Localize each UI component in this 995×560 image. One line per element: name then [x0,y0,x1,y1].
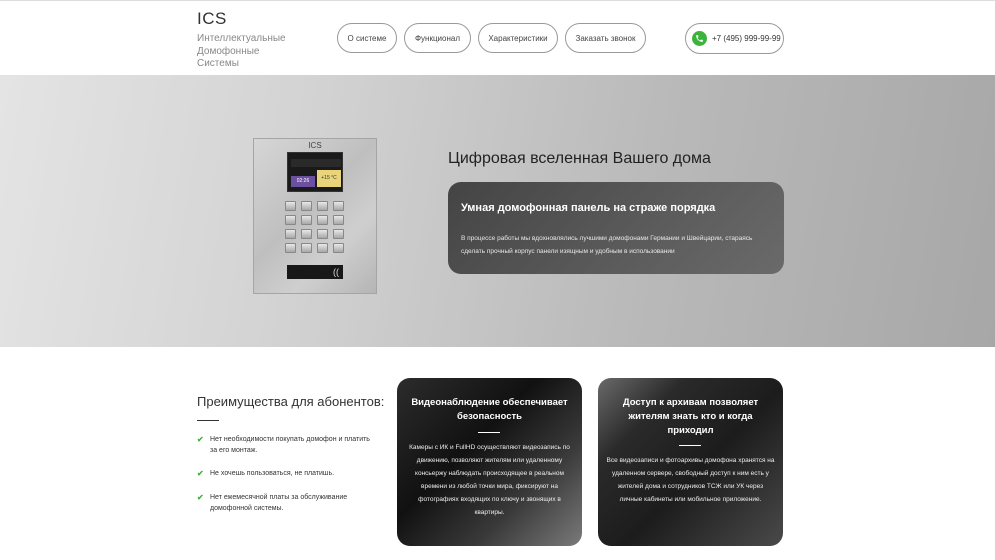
keypad-key [333,243,344,253]
checkmark-icon: ✔ [197,493,204,502]
panel-keypad [285,201,347,253]
nav-specs-button[interactable]: Характеристики [478,23,558,53]
advantages-divider [197,420,219,421]
card-title: Доступ к архивам позволяет жителям знать… [622,397,759,436]
nav-callback-button[interactable]: Заказать звонок [565,23,646,53]
card-text: Все видеозаписи и фотоархивы домофона хр… [606,457,775,503]
keypad-key [317,201,328,211]
nav-features-button[interactable]: Функционал [404,23,471,53]
phone-number: +7 (495) 999-99-99 [712,34,781,43]
advantage-text: Нет ежемесячной платы за обслуживание до… [210,494,348,512]
nav-about-button[interactable]: О системе [337,23,397,53]
screen-temperature: +15 °C [317,170,341,187]
keypad-key [285,243,296,253]
keypad-key [333,201,344,211]
screen-status-bar [291,159,341,167]
hero-card-text: В процессе работы мы вдохновлялись лучши… [461,235,753,255]
keypad-key [317,229,328,239]
panel-brand: ICS [308,141,322,150]
card-reader-icon: (( [287,265,343,279]
advantage-text: Нет необходимости покупать домофон и пла… [210,436,370,454]
logo[interactable]: ICS [197,9,227,29]
tagline: Интеллектуальные Домофонные Системы [197,33,297,71]
advantage-text: Не хочешь пользоваться, не платишь. [210,470,335,477]
card-divider [478,432,500,433]
advantage-item: ✔ Не хочешь пользоваться, не платишь. [197,468,372,479]
tagline-line: Системы [197,58,239,69]
hero-title: Цифровая вселенная Вашего дома [448,150,711,167]
site-header: ICS Интеллектуальные Домофонные Системы … [0,0,995,75]
feature-card-video: Видеонаблюдение обеспечивает безопасност… [397,378,582,546]
phone-button[interactable]: +7 (495) 999-99-99 [685,23,784,54]
hero-card: Умная домофонная панель на страже порядк… [448,182,784,274]
keypad-key [301,201,312,211]
keypad-key [333,229,344,239]
keypad-key [285,215,296,225]
keypad-key [301,229,312,239]
keypad-key [301,215,312,225]
tagline-line: Интеллектуальные [197,33,286,44]
phone-icon [692,31,707,46]
advantage-item: ✔ Нет ежемесячной платы за обслуживание … [197,492,372,514]
card-text: Камеры с ИК и FullHD осуществляют видеоз… [409,444,570,516]
screen-time: 02:26 [291,176,315,187]
keypad-key [285,229,296,239]
panel-screen: 02:26 +15 °C [287,152,343,192]
keypad-key [317,215,328,225]
checkmark-icon: ✔ [197,469,204,478]
advantages-title: Преимущества для абонентов: [197,394,385,409]
feature-card-archive: Доступ к архивам позволяет жителям знать… [598,378,783,546]
hero-card-title: Умная домофонная панель на страже порядк… [461,202,716,214]
card-divider [679,445,701,446]
keypad-key [317,243,328,253]
advantage-item: ✔ Нет необходимости покупать домофон и п… [197,434,372,456]
keypad-key [285,201,296,211]
checkmark-icon: ✔ [197,435,204,444]
keypad-key [333,215,344,225]
card-title: Видеонаблюдение обеспечивает безопасност… [411,397,568,422]
keypad-key [301,243,312,253]
tagline-line: Домофонные [197,45,260,57]
intercom-panel-image: ICS 02:26 +15 °C (( [253,138,377,294]
